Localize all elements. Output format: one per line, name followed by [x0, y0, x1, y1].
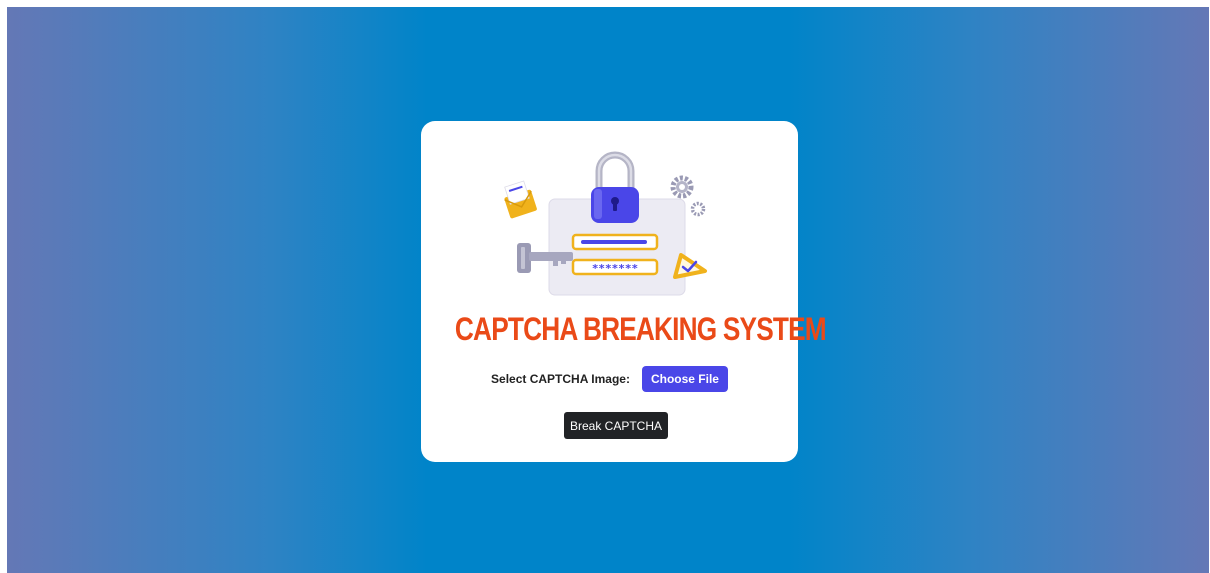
envelope-icon [504, 180, 537, 219]
file-select-row: Select CAPTCHA Image: Choose File [421, 365, 798, 393]
page-title: CAPTCHA BREAKING SYSTEM [454, 311, 827, 347]
padlock-icon [591, 151, 639, 223]
password-mask: ******* [592, 262, 638, 275]
choose-file-button[interactable]: Choose File [641, 366, 728, 392]
captcha-card: ******* CAPTCHA BREAKING SYSTEM Select C… [421, 121, 827, 462]
break-captcha-button[interactable]: Break CAPTCHA [564, 412, 668, 439]
page-background: ******* CAPTCHA BREAKING SYSTEM Select C… [7, 7, 1209, 573]
warning-check-icon [673, 253, 707, 279]
file-input-label: Select CAPTCHA Image: [491, 372, 630, 386]
security-illustration: ******* [504, 151, 707, 296]
